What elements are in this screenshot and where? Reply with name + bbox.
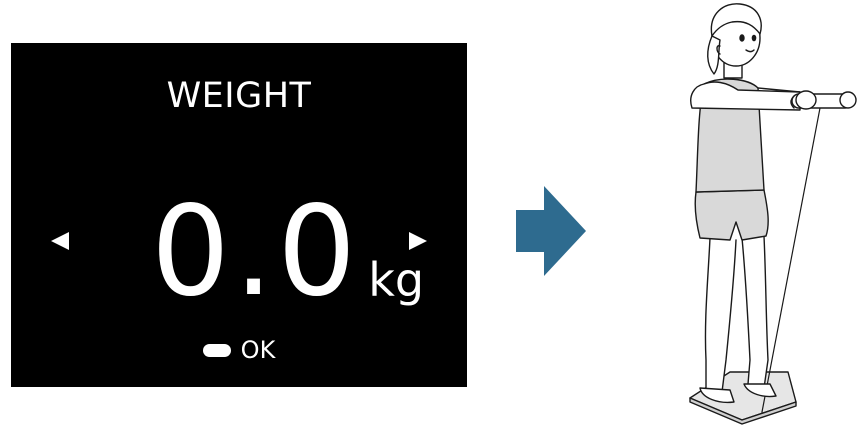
ok-button-hint[interactable]: OK (11, 336, 467, 364)
measurement-title: WEIGHT (166, 76, 312, 116)
weight-value: 0.0 (151, 180, 361, 324)
ok-label: OK (240, 336, 276, 364)
weight-unit: kg (368, 253, 425, 307)
triangle-right-icon[interactable] (407, 230, 429, 252)
triangle-left-icon[interactable] (49, 230, 71, 252)
arrow-right-icon (516, 186, 586, 276)
pill-button-icon (202, 343, 231, 357)
weight-reading: 0.0 kg (151, 180, 425, 324)
scale-display-screen: WEIGHT 0.0 kg OK (11, 43, 467, 387)
person-on-scale-illustration (689, 3, 857, 425)
shorts (694, 189, 769, 241)
instruction-figure: WEIGHT 0.0 kg OK (0, 0, 866, 430)
